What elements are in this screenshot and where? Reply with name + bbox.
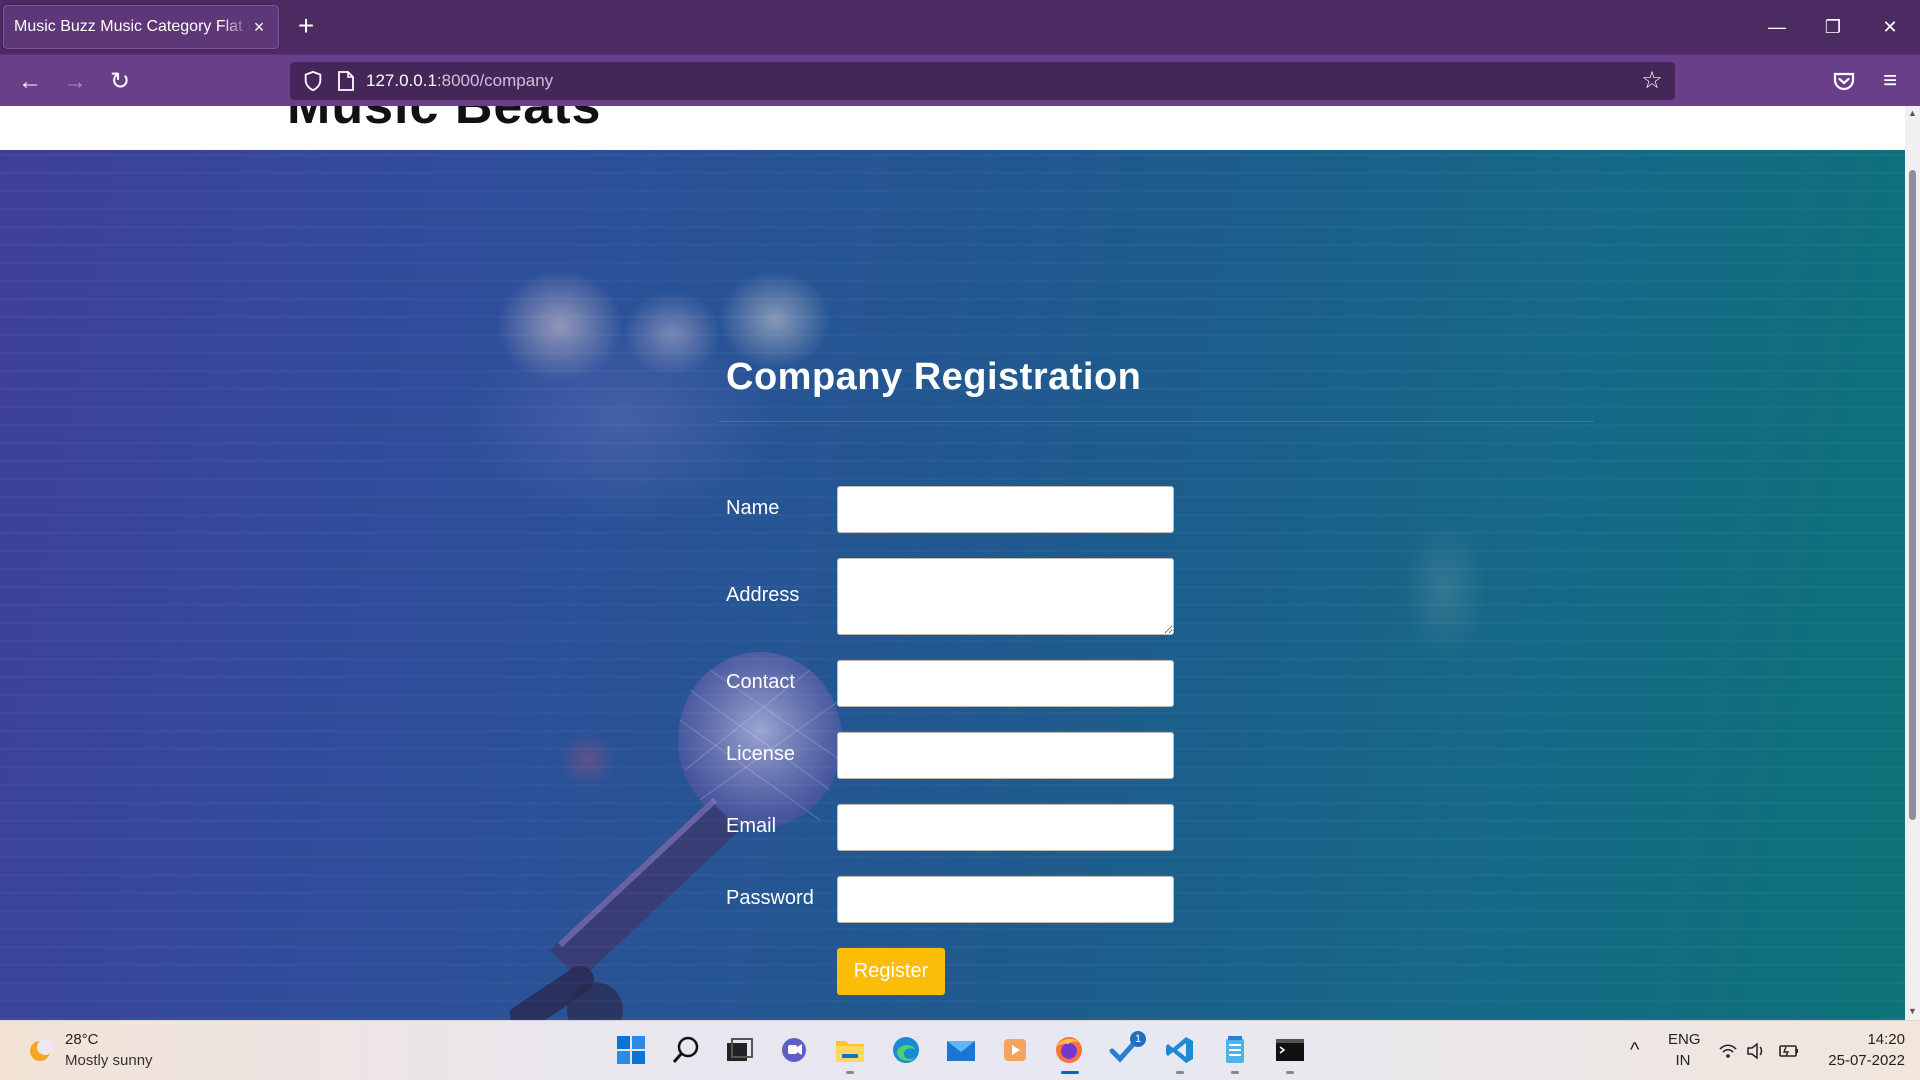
weather-description[interactable]: Mostly sunny [65,1052,153,1069]
media-player-icon[interactable] [998,1033,1032,1067]
volume-icon[interactable] [1746,1042,1766,1060]
mail-icon[interactable] [944,1033,978,1067]
region-indicator[interactable]: IN [1668,1052,1698,1069]
new-tab-button[interactable]: + [294,12,318,42]
url-text[interactable]: 127.0.0.1:8000/company [366,71,553,91]
reload-button[interactable]: ↻ [105,67,135,97]
name-input[interactable] [837,486,1174,533]
vscode-running-indicator [1176,1071,1184,1074]
language-indicator[interactable]: ENG [1668,1031,1701,1048]
notepad-icon[interactable] [1218,1033,1252,1067]
pocket-icon[interactable] [1830,67,1858,95]
license-label: License [726,743,795,765]
terminal-icon[interactable] [1273,1033,1307,1067]
start-icon[interactable] [614,1033,648,1067]
browser-nav-bar: ← → ↻ 127.0.0.1:8000/company ☆ ≡ [0,54,1920,106]
password-label: Password [726,887,814,909]
contact-label: Contact [726,671,795,693]
url-host: 127.0.0.1 [366,71,437,90]
shield-icon[interactable] [302,70,324,92]
terminal-running-indicator [1286,1071,1294,1074]
title-divider [718,421,1594,422]
scrollbar-thumb[interactable] [1909,170,1916,820]
wifi-icon[interactable] [1718,1043,1738,1059]
site-logo[interactable]: Music Beats [287,106,601,136]
contact-input[interactable] [837,660,1174,707]
browser-tab-active[interactable]: Music Buzz Music Category Flat Bootstrap… [3,5,279,49]
battery-icon[interactable] [1778,1042,1800,1060]
task-view-icon[interactable] [722,1033,756,1067]
todo-notification-badge: 1 [1130,1031,1146,1047]
bookmark-star-icon[interactable]: ☆ [1639,68,1665,94]
firefox-icon[interactable] [1052,1033,1086,1067]
tray-overflow-icon[interactable]: ^ [1630,1039,1639,1062]
scroll-down-arrow-icon[interactable]: ▼ [1908,1007,1917,1016]
register-button[interactable]: Register [837,948,945,995]
web-page: Music Beats Company Registration Name Ad… [0,106,1905,1020]
clock-date[interactable]: 25-07-2022 [1815,1052,1905,1069]
email-input[interactable] [837,804,1174,851]
restore-button[interactable]: ❐ [1813,12,1853,42]
windows-taskbar: 28°C Mostly sunny 1 ^ ENG IN 14:20 25-07… [0,1020,1920,1080]
name-label: Name [726,497,780,519]
weather-temperature[interactable]: 28°C [65,1031,99,1048]
page-scrollbar[interactable]: ▲ ▼ [1905,106,1920,1020]
address-bar[interactable]: 127.0.0.1:8000/company ☆ [290,62,1675,100]
minimize-button[interactable]: — [1757,12,1797,42]
close-window-button[interactable]: ✕ [1870,12,1910,42]
firefox-active-indicator [1061,1071,1079,1074]
vscode-icon[interactable] [1163,1033,1197,1067]
page-icon [338,71,354,91]
search-icon[interactable] [669,1033,703,1067]
file-explorer-running-indicator [846,1071,854,1074]
registration-form: Company Registration [718,356,1594,422]
form-title: Company Registration [726,356,1142,398]
forward-button[interactable]: → [60,67,90,97]
url-path: :8000/company [436,71,554,90]
email-label: Email [726,815,777,837]
edge-icon[interactable] [889,1033,923,1067]
tab-close-icon[interactable]: × [250,18,268,36]
site-header: Music Beats [0,106,1905,150]
notepad-running-indicator [1231,1071,1239,1074]
app-menu-icon[interactable]: ≡ [1876,67,1904,95]
password-input[interactable] [837,876,1174,923]
back-button[interactable]: ← [15,67,45,97]
clock-time[interactable]: 14:20 [1855,1031,1905,1048]
weather-sun-icon[interactable] [26,1037,54,1065]
license-input[interactable] [837,732,1174,779]
chat-icon[interactable] [777,1033,811,1067]
address-textarea[interactable] [837,558,1174,635]
tab-title: Music Buzz Music Category Flat Bootstrap… [14,18,250,35]
browser-tab-bar: Music Buzz Music Category Flat Bootstrap… [0,0,1920,54]
scroll-up-arrow-icon[interactable]: ▲ [1908,109,1917,118]
address-label: Address [726,584,800,606]
file-explorer-icon[interactable] [833,1033,867,1067]
